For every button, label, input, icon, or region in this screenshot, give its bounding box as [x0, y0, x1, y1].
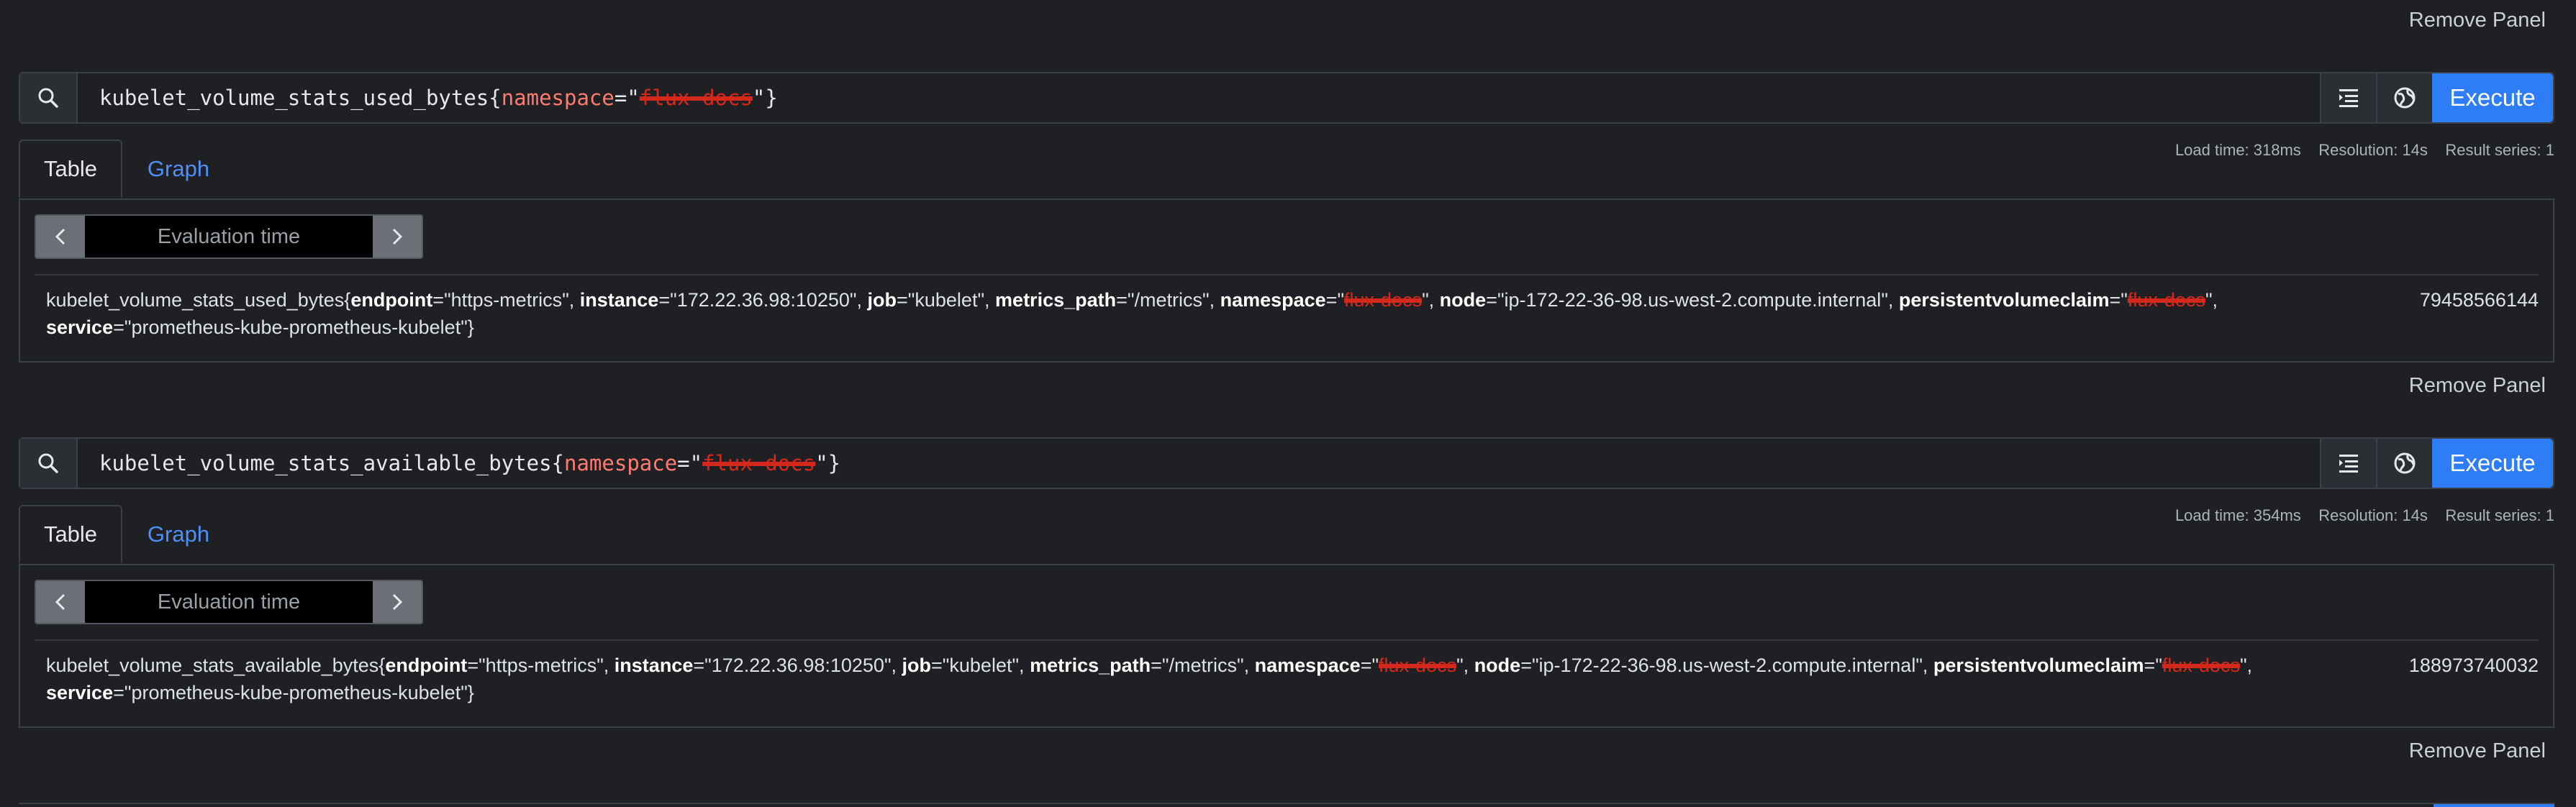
- expression-label-key: namespace: [501, 86, 614, 110]
- execute-button-partial[interactable]: [2434, 804, 2554, 807]
- load-time: Load time: 354ms: [2174, 506, 2301, 524]
- tab-graph[interactable]: Graph: [122, 140, 235, 199]
- remove-panel-link-1[interactable]: Remove Panel: [2409, 374, 2546, 398]
- series-value: 79458566144: [2419, 289, 2539, 311]
- search-button[interactable]: [20, 73, 78, 122]
- query-panel-2: kubelet_volume_stats_available_bytes{nam…: [19, 437, 2554, 732]
- metrics-explorer-button[interactable]: [2376, 439, 2432, 488]
- expression-input[interactable]: kubelet_volume_stats_used_bytes{namespac…: [78, 73, 2320, 122]
- format-expression-button[interactable]: [2320, 73, 2376, 122]
- query-stats: Load time: 354ms Resolution: 14s Result …: [2175, 506, 2554, 525]
- chevron-left-icon: [55, 593, 65, 611]
- evaluation-time-input[interactable]: Evaluation time: [85, 216, 373, 257]
- tab-table[interactable]: Table: [19, 140, 122, 199]
- series-labels: kubelet_volume_stats_available_bytes{end…: [46, 655, 2253, 703]
- chevron-right-icon: [392, 593, 403, 611]
- chevron-right-icon: [392, 228, 403, 245]
- format-expression-icon: [2339, 89, 2358, 107]
- table-view: Evaluation time kubelet_volume_stats_ava…: [19, 564, 2554, 728]
- remove-panel-link-2[interactable]: Remove Panel: [2409, 739, 2546, 763]
- load-time: Load time: 318ms: [2174, 141, 2301, 159]
- format-expression-icon: [2339, 455, 2358, 473]
- chevron-left-icon: [55, 228, 65, 245]
- resolution: Resolution: 14s: [2318, 141, 2428, 159]
- eval-prev-button[interactable]: [36, 581, 85, 623]
- next-panel-partial: [19, 803, 2554, 807]
- expression-redacted-value: flux-docs: [639, 86, 753, 110]
- eval-next-button[interactable]: [373, 581, 422, 623]
- search-button[interactable]: [20, 439, 78, 488]
- tab-graph[interactable]: Graph: [122, 505, 235, 564]
- table-divider: [35, 274, 2539, 275]
- expression-input[interactable]: kubelet_volume_stats_available_bytes{nam…: [78, 439, 2320, 488]
- expression-metric: kubelet_volume_stats_used_bytes: [99, 86, 489, 110]
- expression-redacted-value: flux-docs: [702, 451, 816, 475]
- result-series: Result series: 1: [2445, 141, 2554, 159]
- evaluation-time-picker: Evaluation time: [35, 214, 423, 259]
- view-tabs: Table Graph: [19, 505, 235, 565]
- table-view: Evaluation time kubelet_volume_stats_use…: [19, 199, 2554, 363]
- execute-button[interactable]: Execute: [2432, 439, 2553, 488]
- series-value: 188973740032: [2408, 655, 2539, 676]
- prometheus-expression-browser: Remove Panel kubelet_volume_stats_used_b…: [0, 0, 2576, 807]
- metrics-explorer-icon: [2394, 87, 2416, 109]
- search-icon: [38, 453, 58, 473]
- query-panel-1: kubelet_volume_stats_used_bytes{namespac…: [19, 72, 2554, 367]
- evaluation-time-picker: Evaluation time: [35, 580, 423, 624]
- eval-prev-button[interactable]: [36, 216, 85, 257]
- expression-label-key: namespace: [564, 451, 678, 475]
- resolution: Resolution: 14s: [2318, 506, 2428, 524]
- series-labels: kubelet_volume_stats_used_bytes{endpoint…: [46, 289, 2218, 338]
- table-divider: [35, 639, 2539, 641]
- result-series: Result series: 1: [2445, 506, 2554, 524]
- evaluation-time-input[interactable]: Evaluation time: [85, 581, 373, 623]
- execute-button[interactable]: Execute: [2432, 73, 2553, 122]
- tab-table[interactable]: Table: [19, 505, 122, 564]
- search-icon: [38, 88, 58, 108]
- query-stats: Load time: 318ms Resolution: 14s Result …: [2175, 141, 2554, 160]
- metrics-explorer-button[interactable]: [2376, 73, 2432, 122]
- format-expression-button[interactable]: [2320, 439, 2376, 488]
- eval-next-button[interactable]: [373, 216, 422, 257]
- expression-input-row: kubelet_volume_stats_available_bytes{nam…: [19, 437, 2554, 489]
- remove-panel-link-top[interactable]: Remove Panel: [2409, 9, 2546, 32]
- expression-metric: kubelet_volume_stats_available_bytes: [99, 451, 552, 475]
- view-tabs: Table Graph: [19, 140, 235, 200]
- expression-input-row: kubelet_volume_stats_used_bytes{namespac…: [19, 72, 2554, 124]
- metrics-explorer-icon: [2394, 452, 2416, 474]
